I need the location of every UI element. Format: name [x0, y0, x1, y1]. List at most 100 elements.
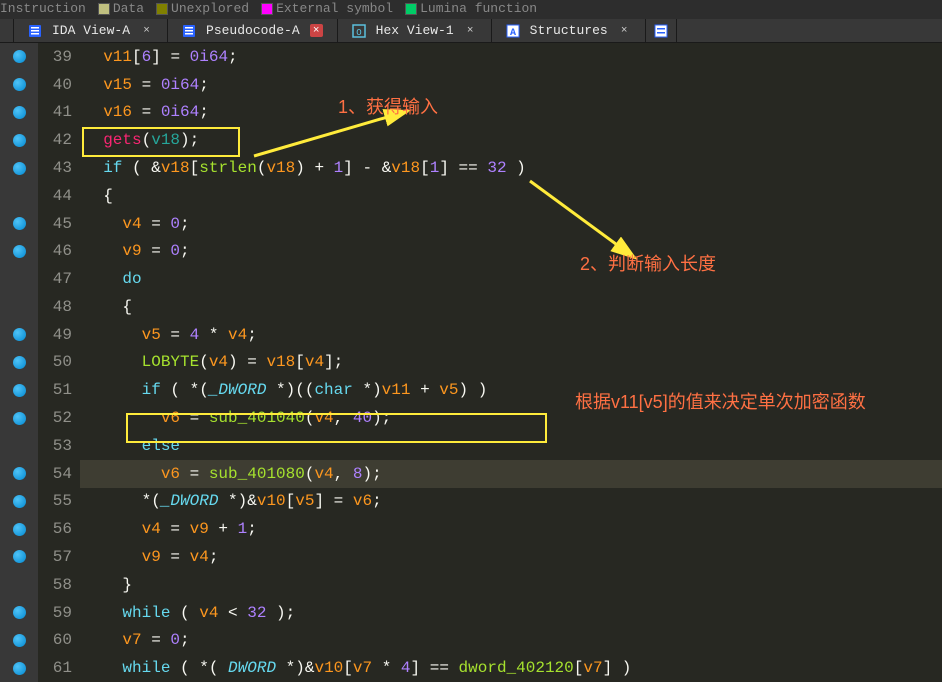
- code-line[interactable]: v11[6] = 0i64;: [80, 43, 942, 71]
- hex-icon: O: [352, 24, 366, 38]
- breakpoint-icon: [13, 50, 26, 63]
- line-number: 46: [38, 237, 80, 265]
- code-line[interactable]: {: [80, 293, 942, 321]
- line-number: 41: [38, 99, 80, 127]
- tab-hex-view[interactable]: O Hex View-1 ×: [338, 19, 492, 42]
- breakpoint-icon: [13, 412, 26, 425]
- breakpoint-cell[interactable]: [0, 43, 38, 71]
- code-line[interactable]: v16 = 0i64;: [80, 99, 942, 127]
- code-line[interactable]: gets(v18);: [80, 126, 942, 154]
- breakpoint-icon: [13, 134, 26, 147]
- close-icon[interactable]: ×: [464, 24, 477, 37]
- code-column[interactable]: 1、获得输入 2、判断输入长度 根据v11[v5]的值来决定单次加密函数 v11…: [80, 43, 942, 682]
- breakpoint-icon: [13, 662, 26, 675]
- tab-label: Hex View-1: [376, 23, 454, 38]
- tab-structures[interactable]: A Structures ×: [492, 19, 646, 42]
- breakpoint-cell[interactable]: [0, 488, 38, 516]
- close-icon[interactable]: ×: [310, 24, 323, 37]
- code-line[interactable]: }: [80, 571, 942, 599]
- code-line[interactable]: v6 = sub_401040(v4, 40);: [80, 404, 942, 432]
- breakpoint-cell[interactable]: [0, 654, 38, 682]
- breakpoint-cell[interactable]: [0, 571, 38, 599]
- code-line[interactable]: if ( *(_DWORD *)((char *)v11 + v5) ): [80, 376, 942, 404]
- tab-bar: IDA View-A × Pseudocode-A × O Hex View-1…: [0, 19, 942, 43]
- breakpoint-cell[interactable]: [0, 99, 38, 127]
- breakpoint-icon: [13, 550, 26, 563]
- code-line[interactable]: v7 = 0;: [80, 626, 942, 654]
- code-editor[interactable]: 3940414243444546474849505152535455565758…: [0, 43, 942, 682]
- code-line[interactable]: v9 = 0;: [80, 237, 942, 265]
- color-swatch-icon: [405, 3, 417, 15]
- breakpoint-cell[interactable]: [0, 460, 38, 488]
- breakpoint-cell[interactable]: [0, 265, 38, 293]
- tab-handle[interactable]: [0, 19, 14, 42]
- code-line[interactable]: v6 = sub_401080(v4, 8);: [80, 460, 942, 488]
- breakpoint-icon: [13, 634, 26, 647]
- breakpoint-cell[interactable]: [0, 321, 38, 349]
- breakpoint-cell[interactable]: [0, 404, 38, 432]
- code-line[interactable]: while ( *( DWORD *)&v10[v7 * 4] == dword…: [80, 654, 942, 682]
- breakpoint-cell[interactable]: [0, 543, 38, 571]
- color-swatch-icon: [261, 3, 273, 15]
- line-number: 47: [38, 265, 80, 293]
- tab-pseudocode[interactable]: Pseudocode-A ×: [168, 19, 338, 42]
- code-line[interactable]: *(_DWORD *)&v10[v5] = v6;: [80, 488, 942, 516]
- code-line[interactable]: v15 = 0i64;: [80, 71, 942, 99]
- line-number: 61: [38, 654, 80, 682]
- lineno-gutter: 3940414243444546474849505152535455565758…: [38, 43, 80, 682]
- code-line[interactable]: v9 = v4;: [80, 543, 942, 571]
- breakpoint-cell[interactable]: [0, 515, 38, 543]
- list-icon: [182, 24, 196, 38]
- code-line[interactable]: while ( v4 < 32 );: [80, 599, 942, 627]
- tab-extra[interactable]: [646, 19, 677, 42]
- code-line[interactable]: do: [80, 265, 942, 293]
- close-icon[interactable]: ×: [140, 24, 153, 37]
- line-number: 58: [38, 571, 80, 599]
- close-icon[interactable]: ×: [618, 24, 631, 37]
- struct-icon: A: [506, 24, 520, 38]
- breakpoint-cell[interactable]: [0, 293, 38, 321]
- code-line[interactable]: if ( &v18[strlen(v18) + 1] - &v18[1] == …: [80, 154, 942, 182]
- tab-ida-view[interactable]: IDA View-A ×: [14, 19, 168, 42]
- breakpoint-cell[interactable]: [0, 432, 38, 460]
- code-line[interactable]: {: [80, 182, 942, 210]
- code-line[interactable]: v4 = 0;: [80, 210, 942, 238]
- code-line[interactable]: v4 = v9 + 1;: [80, 515, 942, 543]
- breakpoint-icon: [13, 606, 26, 619]
- list-icon: [28, 24, 42, 38]
- line-number: 54: [38, 460, 80, 488]
- breakpoint-cell[interactable]: [0, 626, 38, 654]
- line-number: 40: [38, 71, 80, 99]
- legend-bar: Instruction Data Unexplored External sym…: [0, 0, 942, 19]
- legend-item: External symbol: [261, 1, 393, 16]
- legend-item: Unexplored: [156, 1, 249, 16]
- breakpoint-cell[interactable]: [0, 210, 38, 238]
- breakpoint-cell[interactable]: [0, 599, 38, 627]
- svg-text:O: O: [356, 28, 361, 38]
- breakpoint-icon: [13, 245, 26, 258]
- line-number: 42: [38, 126, 80, 154]
- breakpoint-cell[interactable]: [0, 376, 38, 404]
- code-line[interactable]: else: [80, 432, 942, 460]
- line-number: 51: [38, 376, 80, 404]
- line-number: 45: [38, 210, 80, 238]
- breakpoint-icon: [13, 523, 26, 536]
- breakpoint-cell[interactable]: [0, 154, 38, 182]
- line-number: 44: [38, 182, 80, 210]
- breakpoint-icon: [13, 106, 26, 119]
- breakpoint-gutter[interactable]: [0, 43, 38, 682]
- breakpoint-icon: [13, 384, 26, 397]
- breakpoint-cell[interactable]: [0, 237, 38, 265]
- breakpoint-cell[interactable]: [0, 126, 38, 154]
- line-number: 52: [38, 404, 80, 432]
- line-number: 57: [38, 543, 80, 571]
- code-line[interactable]: v5 = 4 * v4;: [80, 321, 942, 349]
- breakpoint-cell[interactable]: [0, 349, 38, 377]
- breakpoint-icon: [13, 495, 26, 508]
- breakpoint-cell[interactable]: [0, 71, 38, 99]
- code-line[interactable]: LOBYTE(v4) = v18[v4];: [80, 349, 942, 377]
- legend-item: Instruction: [0, 1, 86, 16]
- line-number: 53: [38, 432, 80, 460]
- breakpoint-icon: [13, 356, 26, 369]
- breakpoint-cell[interactable]: [0, 182, 38, 210]
